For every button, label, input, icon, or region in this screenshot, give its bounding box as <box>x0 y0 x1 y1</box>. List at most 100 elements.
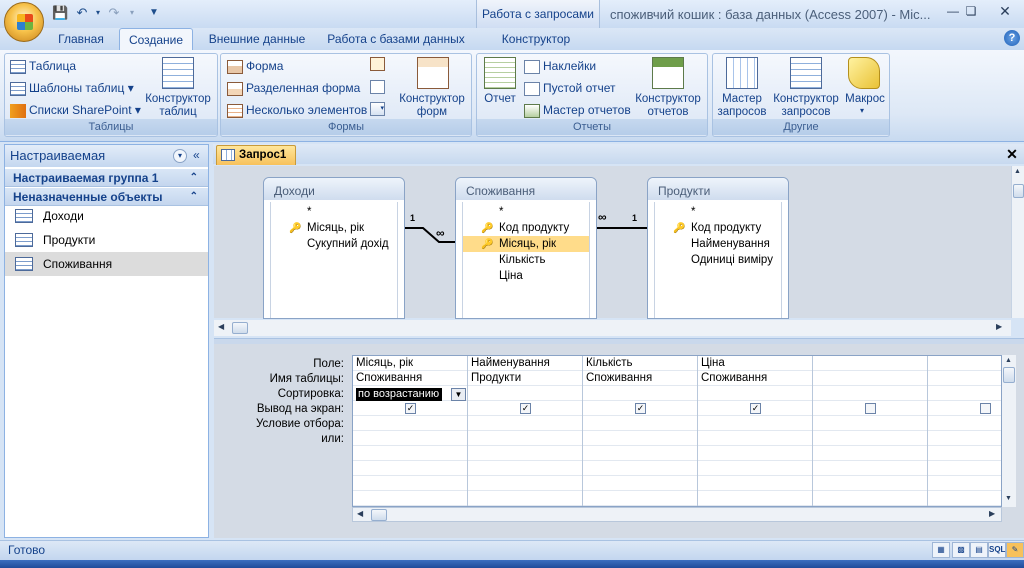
grid-cell-table[interactable]: Продукти <box>468 371 582 386</box>
grid-cell-table[interactable]: Споживання <box>353 371 467 386</box>
datasheet-view-icon[interactable]: ▦ <box>932 542 950 558</box>
macro-button[interactable]: Макрос <box>842 93 888 106</box>
grid-cell-empty[interactable] <box>468 491 582 506</box>
show-checkbox[interactable]: ✓ <box>750 403 761 414</box>
redo-icon[interactable]: ↷ <box>106 5 122 21</box>
tab-query1[interactable]: Запрос1 <box>216 145 296 165</box>
scroll-thumb[interactable] <box>371 509 387 521</box>
field-item[interactable]: Найменування <box>655 236 781 252</box>
grid-horizontal-scrollbar[interactable]: ◀ ▶ <box>352 507 1002 522</box>
grid-cell-or[interactable] <box>583 431 697 446</box>
close-window-icon[interactable]: ✕ <box>990 2 1020 20</box>
redo-dropdown-icon[interactable]: ▾ <box>124 5 140 21</box>
tab-create[interactable]: Создание <box>119 28 193 50</box>
grid-cell-empty[interactable] <box>353 446 467 461</box>
grid-cell-sort[interactable] <box>813 386 927 401</box>
grid-cell-show[interactable]: ✓ <box>353 401 467 416</box>
nav-menu-chevron-icon[interactable]: ▾ <box>173 149 187 163</box>
grid-cell-empty[interactable] <box>698 476 812 491</box>
scroll-right-icon[interactable]: ▶ <box>989 509 995 518</box>
grid-cell-sort[interactable] <box>583 386 697 401</box>
grid-cell-empty[interactable] <box>698 446 812 461</box>
table-button[interactable]: Таблица <box>10 58 76 74</box>
more-forms-icon[interactable]: ▾ <box>370 102 385 116</box>
grid-cell-empty[interactable] <box>813 476 927 491</box>
grid-cell-show[interactable]: ✓ <box>468 401 582 416</box>
show-checkbox[interactable]: ✓ <box>520 403 531 414</box>
field-item[interactable]: * <box>271 204 397 220</box>
scroll-up-icon[interactable]: ▲ <box>1005 357 1012 364</box>
grid-cell-show[interactable]: ✓ <box>583 401 697 416</box>
customize-qat-icon[interactable]: ▼ <box>146 5 162 21</box>
show-checkbox[interactable] <box>865 403 876 414</box>
grid-cell-or[interactable] <box>698 431 812 446</box>
scroll-thumb[interactable] <box>1003 367 1015 383</box>
grid-cell-table[interactable] <box>928 371 1001 386</box>
undo-icon[interactable]: ↶ <box>74 5 90 21</box>
grid-cell-field[interactable]: Кількість <box>583 356 697 371</box>
grid-cell-empty[interactable] <box>468 461 582 476</box>
grid-cell-show[interactable] <box>813 401 927 416</box>
grid-cell-empty[interactable] <box>353 491 467 506</box>
field-item[interactable]: * <box>655 204 781 220</box>
grid-cell-table[interactable] <box>813 371 927 386</box>
tab-external-data[interactable]: Внешние данные <box>200 28 314 50</box>
grid-cell-empty[interactable] <box>353 476 467 491</box>
macro-dropdown-icon[interactable]: ▾ <box>860 106 864 115</box>
scroll-left-icon[interactable]: ◀ <box>218 322 224 331</box>
nav-item-dokhody[interactable]: Доходи <box>5 204 208 228</box>
grid-cell-field[interactable] <box>928 356 1001 371</box>
multiple-items-button[interactable]: Несколько элементов <box>227 102 367 118</box>
tab-home[interactable]: Главная <box>50 28 112 50</box>
nav-item-produkty[interactable]: Продукти <box>5 228 208 252</box>
grid-cell-empty[interactable] <box>698 461 812 476</box>
field-item[interactable]: Кількість <box>463 252 589 268</box>
grid-cell-sort[interactable] <box>928 386 1001 401</box>
nav-group-custom[interactable]: Настраиваемая группа 1 ⌃ <box>5 169 208 187</box>
table-box-produkty[interactable]: Продукти * 🔑 Код продукту Найменування Од… <box>647 177 789 319</box>
pivot-chart-icon[interactable] <box>370 57 385 71</box>
grid-cell-show[interactable] <box>928 401 1001 416</box>
grid-cell-empty[interactable] <box>698 491 812 506</box>
grid-cell-sort[interactable] <box>698 386 812 401</box>
sharepoint-lists-button[interactable]: Списки SharePoint ▾ <box>10 102 141 118</box>
form-button[interactable]: Форма <box>227 58 283 74</box>
grid-cell-empty[interactable] <box>813 446 927 461</box>
form-designer-button[interactable]: Конструктор форм <box>395 93 469 119</box>
grid-cell-criteria[interactable] <box>468 416 582 431</box>
show-checkbox[interactable] <box>980 403 991 414</box>
pivot-chart-view-icon[interactable]: ▤ <box>970 542 988 558</box>
labels-button[interactable]: Наклейки <box>524 58 596 74</box>
design-view-icon[interactable]: ✎ <box>1006 542 1024 558</box>
grid-cell-field[interactable] <box>813 356 927 371</box>
sort-dropdown-value[interactable]: по возрастанию <box>356 388 442 401</box>
show-checkbox[interactable]: ✓ <box>635 403 646 414</box>
sql-view-button[interactable]: SQL <box>988 542 1006 558</box>
blank-report-button[interactable]: Пустой отчет <box>524 80 616 96</box>
grid-cell-criteria[interactable] <box>813 416 927 431</box>
grid-cell-empty[interactable] <box>468 476 582 491</box>
report-designer-button[interactable]: Конструктор отчетов <box>630 93 706 119</box>
grid-cell-empty[interactable] <box>583 446 697 461</box>
grid-cell-empty[interactable] <box>928 476 1001 491</box>
scroll-thumb[interactable] <box>232 322 248 334</box>
report-wizard-button[interactable]: Мастер отчетов <box>524 102 631 118</box>
split-form-button[interactable]: Разделенная форма <box>227 80 360 96</box>
blank-form-icon[interactable] <box>370 80 385 94</box>
field-item[interactable]: 🔑 Код продукту <box>655 220 781 236</box>
report-button[interactable]: Отчет <box>480 93 520 106</box>
nav-group-collapse-icon[interactable]: ⌃ <box>190 169 198 187</box>
scroll-left-icon[interactable]: ◀ <box>357 509 363 518</box>
save-icon[interactable]: 💾 <box>52 5 68 21</box>
office-button[interactable] <box>4 2 44 42</box>
table-templates-button[interactable]: Шаблоны таблиц ▾ <box>10 80 134 96</box>
scroll-right-icon[interactable]: ▶ <box>996 322 1002 331</box>
grid-cell-empty[interactable] <box>353 461 467 476</box>
tab-designer[interactable]: Конструктор <box>486 28 586 50</box>
sort-dropdown-arrow-icon[interactable]: ▼ <box>451 388 466 401</box>
grid-cell-or[interactable] <box>468 431 582 446</box>
grid-cell-table[interactable]: Споживання <box>698 371 812 386</box>
pivot-table-view-icon[interactable]: ▩ <box>952 542 970 558</box>
grid-cell-sort[interactable] <box>468 386 582 401</box>
restore-icon[interactable]: ❏ <box>956 2 986 20</box>
